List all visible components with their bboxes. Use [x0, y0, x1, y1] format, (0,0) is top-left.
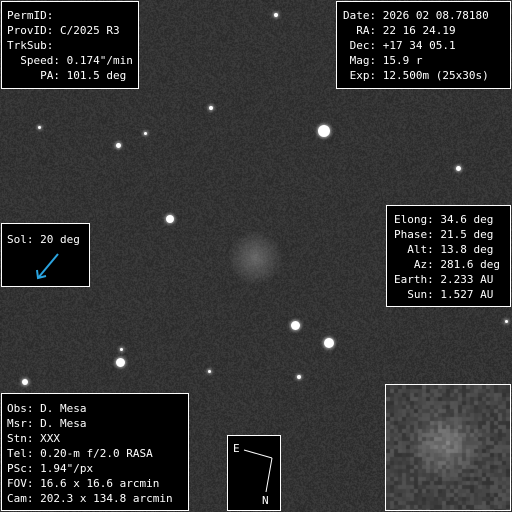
- star: [22, 379, 28, 385]
- prov-id-line: ProvID: C/2025 R3: [7, 24, 120, 37]
- sun-direction-arrow-icon: [36, 253, 59, 280]
- zoom-inset-image: [386, 385, 510, 510]
- alt-line: Alt: 13.8 deg: [394, 243, 494, 256]
- earth-distance-line: Earth: 2.233 AU: [394, 273, 494, 286]
- star: [324, 338, 334, 348]
- perm-id-line: PermID:: [7, 9, 54, 22]
- ra-line: RA: 22 16 24.19: [343, 24, 456, 37]
- comet-zoom-thumbnail: [385, 384, 511, 511]
- observation-info-panel: Date: 2026 02 08.78180 RA: 22 16 24.19 D…: [336, 1, 511, 89]
- telescope-line: Tel: 0.20-m f/2.0 RASA: [7, 447, 153, 460]
- star: [116, 358, 125, 367]
- object-info-panel: PermID: ProvID: C/2025 R3 TrkSub: Speed:…: [1, 1, 139, 89]
- star: [505, 320, 508, 323]
- sun-distance-line: Sun: 1.527 AU: [394, 288, 494, 301]
- star: [144, 132, 147, 135]
- observer-line: Obs: D. Mesa: [7, 402, 87, 415]
- station-line: Stn: XXX: [7, 432, 60, 445]
- compass-east-label: E: [233, 442, 240, 455]
- star: [456, 166, 461, 171]
- exp-line: Exp: 12.500m (25x30s): [343, 69, 489, 82]
- camera-line: Cam: 202.3 x 134.8 arcmin: [7, 492, 173, 505]
- geometry-info-panel: Elong: 34.6 deg Phase: 21.5 deg Alt: 13.…: [386, 205, 511, 307]
- star: [208, 370, 211, 373]
- star: [274, 13, 278, 17]
- star: [116, 143, 121, 148]
- star: [38, 126, 41, 129]
- speed-line: Speed: 0.174"/min: [7, 54, 133, 67]
- date-line: Date: 2026 02 08.78180: [343, 9, 489, 22]
- star: [120, 348, 123, 351]
- pixel-scale-line: PSc: 1.94"/px: [7, 462, 94, 475]
- astro-image-frame: PermID: ProvID: C/2025 R3 TrkSub: Speed:…: [0, 0, 512, 512]
- compass-panel: E N: [227, 435, 281, 511]
- star: [318, 125, 330, 137]
- sun-direction-panel: Sol: 20 deg: [1, 223, 90, 287]
- star: [291, 321, 300, 330]
- elong-line: Elong: 34.6 deg: [394, 213, 494, 226]
- az-line: Az: 281.6 deg: [394, 258, 500, 271]
- mag-line: Mag: 15.9 r: [343, 54, 423, 67]
- measurer-line: Msr: D. Mesa: [7, 417, 87, 430]
- dec-line: Dec: +17 34 05.1: [343, 39, 456, 52]
- star: [297, 375, 301, 379]
- fov-line: FOV: 16.6 x 16.6 arcmin: [7, 477, 160, 490]
- pa-line: PA: 101.5 deg: [7, 69, 127, 82]
- trk-sub-line: TrkSub:: [7, 39, 54, 52]
- star: [166, 215, 174, 223]
- star: [209, 106, 213, 110]
- observer-info-panel: Obs: D. Mesa Msr: D. Mesa Stn: XXX Tel: …: [1, 393, 189, 511]
- phase-line: Phase: 21.5 deg: [394, 228, 494, 241]
- sol-angle-label: Sol: 20 deg: [7, 233, 80, 246]
- compass-north-label: N: [262, 494, 269, 507]
